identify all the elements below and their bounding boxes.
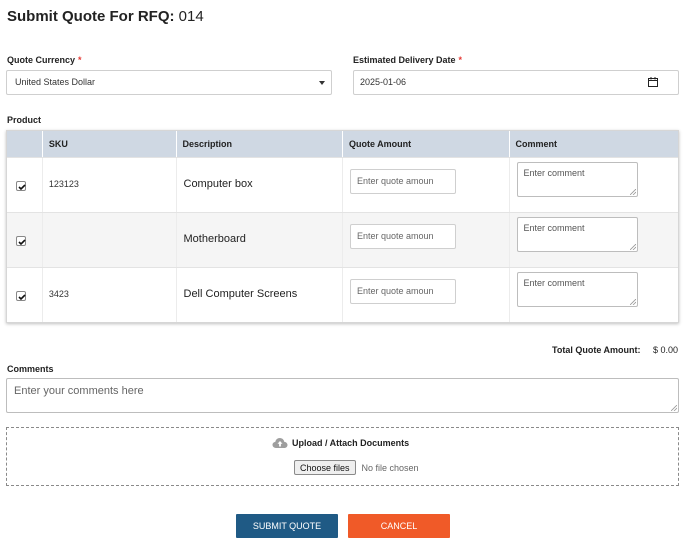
sku-cell: 3423	[43, 268, 177, 322]
select-cell	[7, 213, 43, 267]
currency-label-text: Quote Currency	[7, 55, 76, 65]
sku-value: 3423	[48, 289, 69, 299]
product-table: SKU Description Quote Amount Comment 123…	[6, 130, 679, 323]
page-title: Submit Quote For RFQ: 014	[7, 8, 204, 25]
description-value: Dell Computer Screens	[183, 288, 298, 300]
description-cell: Dell Computer Screens	[177, 268, 343, 322]
choose-files-button[interactable]: Choose files	[294, 460, 356, 475]
check-icon	[18, 184, 26, 191]
quote-amount-input[interactable]: Enter quote amoun	[350, 279, 456, 304]
upload-title: Upload / Attach Documents	[292, 438, 410, 448]
table-row: 123123 Computer box Enter quote amoun En…	[7, 157, 678, 212]
row-checkbox[interactable]	[16, 181, 26, 191]
column-header-quote-amount: Quote Amount	[343, 131, 510, 157]
sku-cell	[43, 213, 177, 267]
total-quote-label: Total Quote Amount:	[552, 345, 641, 355]
comment-cell: Enter comment	[510, 213, 679, 267]
required-mark: *	[78, 55, 82, 65]
cancel-button[interactable]: CANCEL	[348, 514, 450, 538]
page-title-prefix: Submit Quote For RFQ:	[7, 8, 175, 25]
comment-placeholder: Enter comment	[523, 278, 585, 288]
column-header-description: Description	[177, 131, 344, 157]
submit-quote-button[interactable]: SUBMIT QUOTE	[236, 514, 338, 538]
comment-input[interactable]: Enter comment	[516, 272, 638, 307]
comments-textarea[interactable]: Enter your comments here	[6, 378, 679, 413]
file-status: No file chosen	[361, 462, 419, 473]
currency-selected-value: United States Dollar	[15, 77, 96, 87]
select-cell	[7, 158, 43, 212]
quote-amount-input[interactable]: Enter quote amoun	[350, 224, 456, 249]
description-cell: Motherboard	[177, 213, 343, 267]
select-cell	[7, 268, 43, 322]
upload-header: Upload / Attach Documents	[272, 437, 409, 449]
currency-select[interactable]: United States Dollar	[6, 70, 332, 95]
table-header: SKU Description Quote Amount Comment	[7, 131, 678, 157]
resize-grip-icon[interactable]	[671, 405, 677, 411]
resize-grip-icon[interactable]	[629, 244, 636, 250]
quote-amount-input[interactable]: Enter quote amoun	[350, 169, 456, 194]
check-icon	[18, 239, 26, 246]
sku-cell: 123123	[43, 158, 177, 212]
table-row: Motherboard Enter quote amoun Enter comm…	[7, 212, 678, 267]
currency-label: Quote Currency *	[7, 55, 82, 65]
calendar-icon[interactable]	[648, 77, 658, 87]
delivery-date-input[interactable]: 2025-01-06	[353, 70, 679, 95]
comment-input[interactable]: Enter comment	[516, 162, 638, 197]
comment-input[interactable]: Enter comment	[516, 217, 638, 252]
comment-cell: Enter comment	[510, 158, 679, 212]
file-picker: Choose files No file chosen	[294, 460, 419, 475]
sku-value: 123123	[48, 179, 79, 189]
rfq-number: 014	[178, 8, 204, 25]
row-checkbox[interactable]	[16, 291, 26, 301]
total-quote-value: $ 0.00	[653, 345, 679, 355]
row-checkbox[interactable]	[16, 236, 26, 246]
delivery-date-value: 2025-01-06	[360, 77, 407, 87]
comment-placeholder: Enter comment	[523, 168, 585, 178]
quote-amount-cell: Enter quote amoun	[343, 158, 510, 212]
product-section-label: Product	[7, 115, 42, 125]
table-row: 3423 Dell Computer Screens Enter quote a…	[7, 267, 678, 322]
resize-grip-icon[interactable]	[629, 299, 636, 305]
delivery-date-label-text: Estimated Delivery Date	[353, 55, 456, 65]
quote-amount-cell: Enter quote amoun	[343, 213, 510, 267]
column-header-comment: Comment	[515, 139, 558, 149]
column-header-sku: SKU	[43, 131, 177, 157]
description-value: Computer box	[183, 178, 253, 190]
description-value: Motherboard	[183, 233, 246, 245]
check-icon	[18, 294, 26, 301]
cloud-upload-icon	[272, 438, 288, 448]
required-mark: *	[458, 55, 463, 65]
column-header-select	[7, 131, 43, 157]
quote-amount-cell: Enter quote amoun	[343, 268, 510, 322]
comment-placeholder: Enter comment	[523, 223, 585, 233]
comments-placeholder: Enter your comments here	[14, 385, 144, 397]
description-cell: Computer box	[177, 158, 343, 212]
delivery-date-label: Estimated Delivery Date *	[353, 55, 462, 65]
comment-cell: Enter comment	[510, 268, 679, 322]
caret-down-icon	[319, 81, 325, 85]
resize-grip-icon[interactable]	[629, 189, 636, 195]
upload-dropzone[interactable]: Upload / Attach Documents Choose files N…	[6, 427, 679, 486]
comments-label: Comments	[7, 364, 54, 374]
